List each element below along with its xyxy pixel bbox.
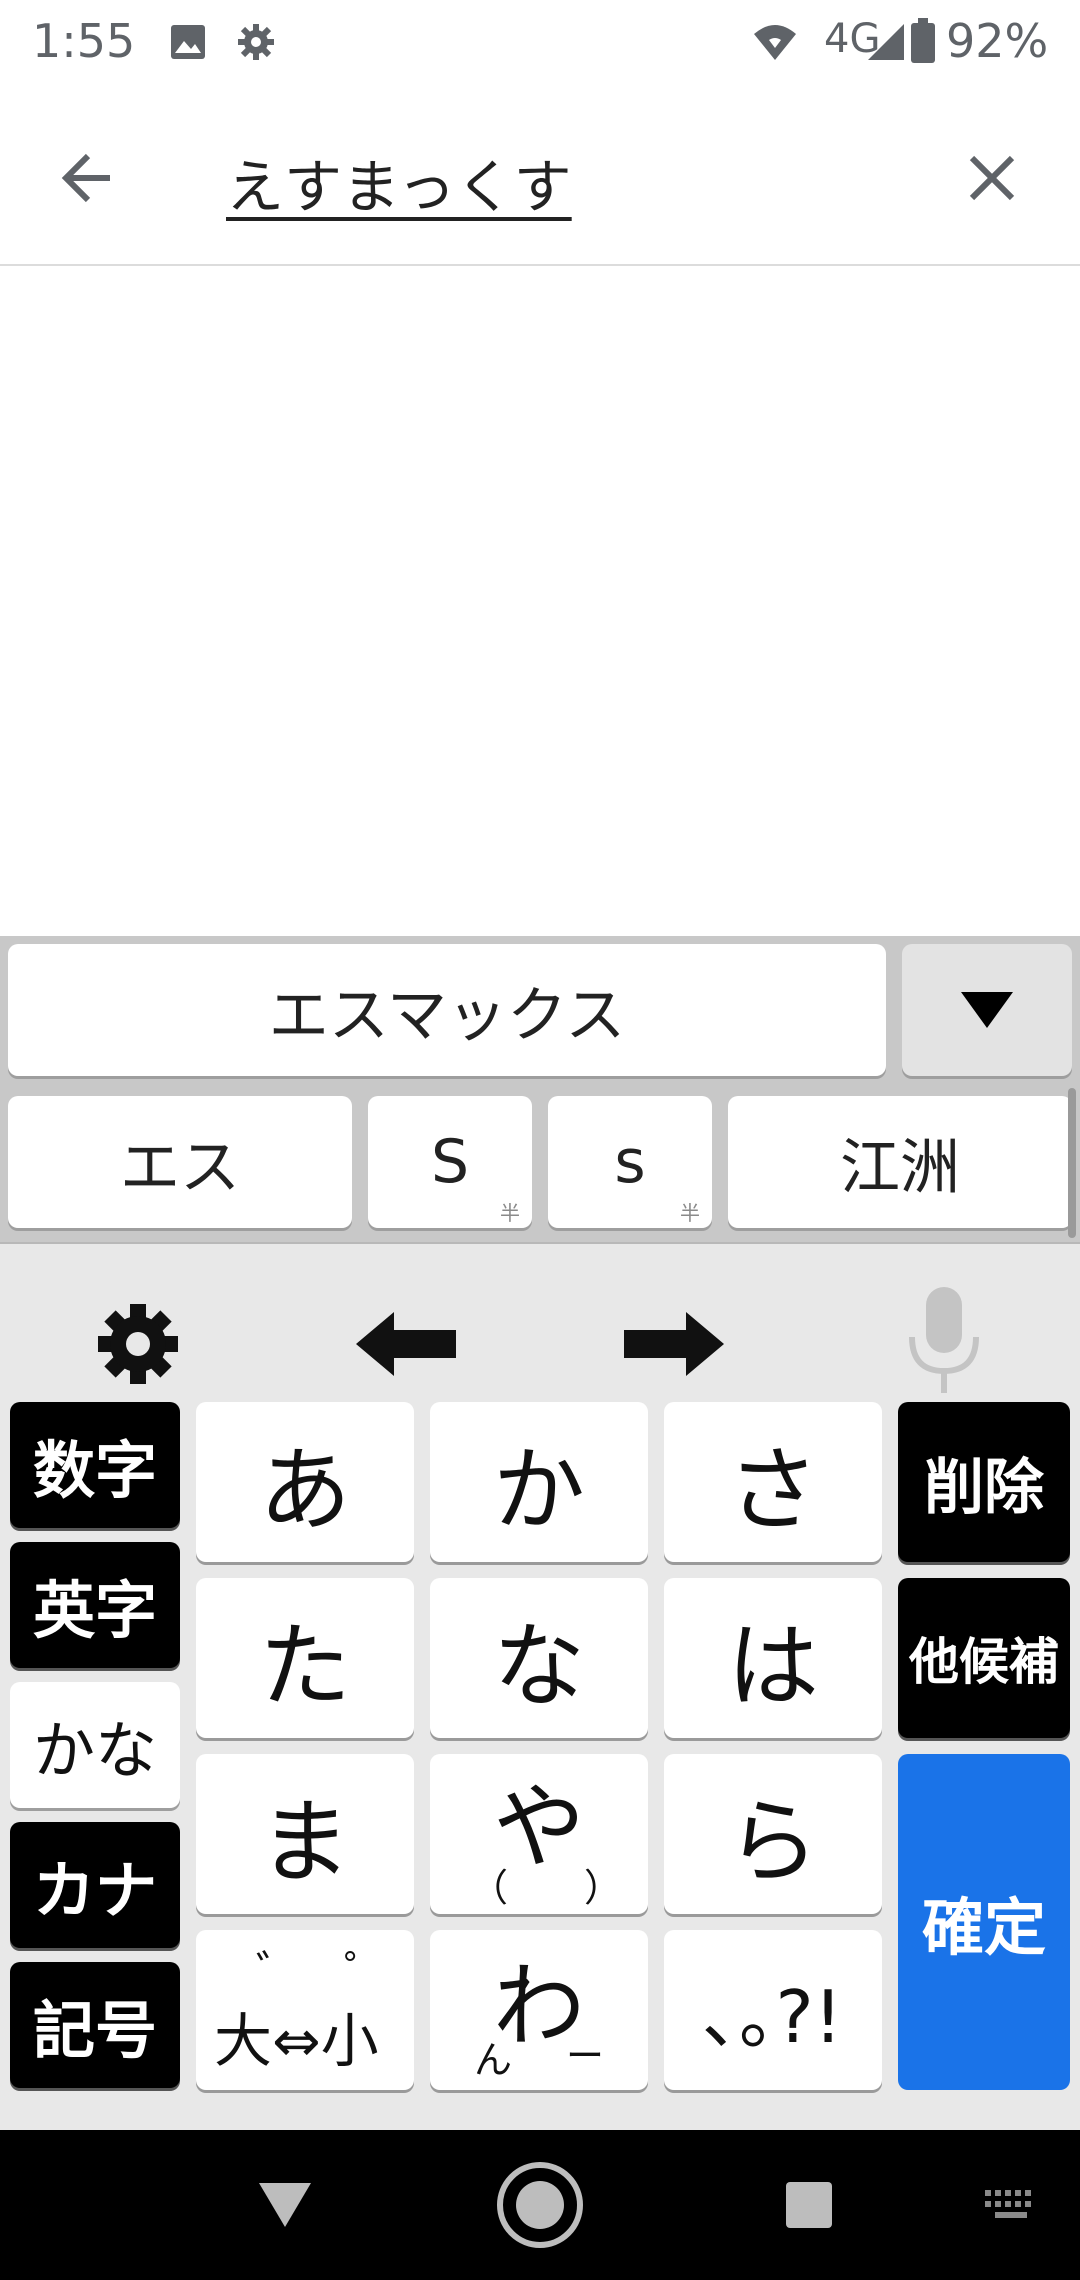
clear-button[interactable] [952, 138, 1032, 218]
key-wa-sub-n: ん [474, 2038, 513, 2082]
mode-katakana-key[interactable]: カナ [10, 1822, 180, 1948]
candidate-item[interactable]: 江洲 [728, 1096, 1072, 1228]
candidate-label: 江洲 [840, 1132, 960, 1203]
cursor-left-button[interactable] [346, 1284, 466, 1404]
candidate-label: S [430, 1127, 470, 1197]
close-icon [969, 155, 1015, 201]
key-punctuation[interactable]: ､｡?! [664, 1930, 882, 2090]
candidate-label: s [614, 1127, 646, 1197]
half-width-mark: 半 [680, 1201, 700, 1225]
cursor-right-button[interactable] [614, 1284, 734, 1404]
candidate-item[interactable]: S 半 [368, 1096, 532, 1228]
primary-candidate[interactable]: エスマックス [8, 944, 886, 1076]
gear-icon [98, 1304, 178, 1384]
key-wa-sub-dash: ー [565, 2034, 604, 2078]
arrow-right-icon [624, 1312, 724, 1376]
square-icon [786, 2182, 832, 2228]
candidate-scrollbar[interactable] [1068, 1088, 1076, 1238]
mode-hiragana-key[interactable]: かな [10, 1682, 180, 1808]
arrow-left-icon [356, 1312, 456, 1376]
expand-candidates-button[interactable] [902, 944, 1072, 1076]
dakuten-marks: ゛ ゜ [256, 1947, 388, 1998]
key-dakuten-small[interactable]: ゛ ゜ 大⇔小 [196, 1930, 414, 2090]
key-na[interactable]: な [430, 1578, 648, 1738]
search-input[interactable]: えすまっくす [226, 140, 572, 224]
navigation-bar [0, 2130, 1080, 2280]
nav-home-button[interactable] [484, 2142, 596, 2268]
key-ta[interactable]: た [196, 1578, 414, 1738]
candidate-item[interactable]: エス [8, 1096, 352, 1228]
key-ka[interactable]: か [430, 1402, 648, 1562]
half-width-mark: 半 [500, 1201, 520, 1225]
confirm-key[interactable]: 確定 [898, 1754, 1070, 2090]
keyboard: 数字 英字 かな カナ 記号 あ か さ た な は ま や （ ） ら ゛ ゜… [0, 1242, 1080, 2132]
nav-back-button[interactable] [230, 2150, 340, 2260]
search-app-bar: えすまっくす [0, 90, 1080, 266]
key-a[interactable]: あ [196, 1402, 414, 1562]
key-ra[interactable]: ら [664, 1754, 882, 1914]
voice-input-button[interactable] [884, 1280, 1004, 1400]
candidate-bar: エスマックス エス S 半 s 半 江洲 [0, 936, 1080, 1242]
mode-symbols-key[interactable]: 記号 [10, 1962, 180, 2088]
battery-icon [910, 18, 950, 63]
key-ha[interactable]: は [664, 1578, 882, 1738]
key-ya[interactable]: や （ ） [430, 1754, 648, 1914]
signal-icon [866, 22, 906, 62]
microphone-icon [909, 1287, 979, 1393]
size-toggle-label: 大⇔小 [214, 2007, 379, 2075]
status-time: 1:55 [32, 14, 136, 68]
gear-icon [236, 22, 276, 62]
key-ya-sub: （ ） [470, 1866, 623, 1910]
keyboard-switch-button[interactable] [966, 2170, 1056, 2240]
key-wa[interactable]: わ ん ー [430, 1930, 648, 2090]
key-ma[interactable]: ま [196, 1754, 414, 1914]
keyboard-settings-button[interactable] [78, 1284, 198, 1404]
arrow-back-icon [61, 153, 110, 203]
mode-numbers-key[interactable]: 数字 [10, 1402, 180, 1528]
triangle-down-icon [961, 992, 1013, 1028]
status-bar: 1:55 4G 92% [0, 0, 1080, 90]
wifi-icon [752, 22, 796, 62]
delete-key[interactable]: 削除 [898, 1402, 1070, 1562]
candidate-label: エス [120, 1132, 240, 1203]
key-sa[interactable]: さ [664, 1402, 882, 1562]
mode-english-key[interactable]: 英字 [10, 1542, 180, 1668]
keyboard-icon [985, 2190, 1031, 2218]
home-circle-icon [497, 2162, 583, 2248]
candidate-item[interactable]: s 半 [548, 1096, 712, 1228]
back-button[interactable] [48, 138, 128, 218]
other-candidates-key[interactable]: 他候補 [898, 1578, 1070, 1738]
battery-percent: 92% [946, 14, 1049, 68]
nav-recents-button[interactable] [754, 2150, 864, 2260]
image-icon [168, 22, 208, 62]
triangle-down-icon [259, 2183, 311, 2227]
